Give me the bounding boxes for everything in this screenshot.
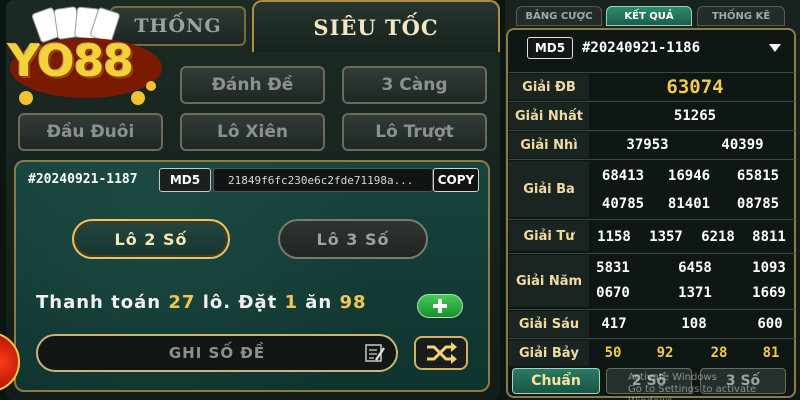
divider	[509, 309, 795, 310]
lo-3-so-button[interactable]: Lô 3 Số	[278, 219, 428, 259]
divider	[509, 219, 795, 220]
md5-label: MD5	[159, 168, 211, 192]
prize-ba-value: 81401	[667, 196, 711, 212]
logo-text: YO88	[8, 36, 134, 87]
option-lo-xien[interactable]: Lô Xiên	[180, 113, 325, 151]
prize-nam-value: 6458	[678, 260, 712, 276]
prize-nam-value: 1371	[678, 285, 712, 301]
option-3-cang[interactable]: 3 Càng	[342, 66, 487, 104]
prize-label-db: Giải ĐB	[509, 74, 589, 100]
divider	[509, 338, 795, 339]
divider	[509, 72, 795, 73]
prize-label-nhi: Giải Nhì	[509, 132, 589, 158]
payout-bet: 1	[284, 292, 298, 313]
option-lo-truot[interactable]: Lô Trượt	[342, 113, 487, 151]
view-chuan-button[interactable]: Chuẩn	[512, 368, 600, 394]
tab-ket-qua[interactable]: KẾT QUẢ	[606, 6, 692, 26]
prize-ba-value: 08785	[736, 196, 780, 212]
number-input[interactable]: GHI SỐ ĐỀ	[36, 334, 398, 372]
tab-bang-cuoc[interactable]: BẢNG CƯỢC	[516, 6, 602, 26]
prize-bay-value: 28	[710, 345, 728, 361]
chevron-down-icon	[769, 44, 781, 52]
prize-nam-value: 1093	[752, 260, 786, 276]
lo-2-so-button[interactable]: Lô 2 Số	[72, 219, 230, 259]
prize-nhat-value: 51265	[673, 108, 717, 124]
prize-tu-value: 6218	[701, 229, 735, 245]
payout-win: 98	[339, 292, 367, 313]
payout-line: Thanh toán 27 lô. Đặt 1 ăn 98	[36, 292, 367, 313]
divider	[509, 159, 795, 160]
prize-sau-value: 417	[601, 316, 627, 332]
prize-tu-value: 1357	[649, 229, 683, 245]
payout-count: 27	[168, 292, 196, 313]
divider	[509, 130, 795, 131]
prize-nam-value: 1669	[752, 285, 786, 301]
prize-nam-value: 5831	[596, 260, 630, 276]
prize-nhi-value: 37953	[626, 137, 669, 153]
option-danh-de[interactable]: Đánh Đề	[180, 66, 325, 104]
prize-nhi-value: 40399	[721, 137, 764, 153]
prize-bay-value: 50	[604, 345, 622, 361]
prize-nam-value: 0670	[596, 285, 630, 301]
prize-ba-value: 68413	[601, 168, 645, 184]
prize-tu-value: 8811	[752, 229, 786, 245]
prize-ba-value: 65815	[736, 168, 780, 184]
tab-sieu-toc[interactable]: SIÊU TỐC	[252, 0, 500, 52]
prize-sau-value: 108	[681, 316, 707, 332]
current-round-id: #20240921-1187	[28, 172, 138, 187]
payout-prefix: Thanh toán	[36, 292, 162, 313]
prize-label-nhat: Giải Nhất	[509, 103, 589, 129]
payout-mid2: ăn	[305, 292, 333, 313]
random-button[interactable]	[414, 336, 468, 370]
copy-button[interactable]: COPY	[433, 168, 479, 192]
prize-ba-value: 40785	[601, 196, 645, 212]
prize-label-tu: Giải Tư	[509, 221, 589, 251]
payout-mid1: lô. Đặt	[202, 292, 278, 313]
selected-round: #20240921-1186	[582, 40, 701, 56]
shuffle-icon	[427, 342, 457, 364]
prize-sau-value: 600	[757, 316, 783, 332]
prize-label-bay: Giải Bảy	[509, 340, 589, 366]
prize-bay-value: 81	[762, 345, 780, 361]
plus-icon	[433, 299, 447, 313]
add-button[interactable]	[417, 294, 463, 318]
tab-thong-ke[interactable]: THỐNG KÊ	[697, 6, 785, 26]
edit-icon[interactable]	[364, 342, 386, 364]
divider	[509, 101, 795, 102]
prize-label-nam: Giải Năm	[509, 255, 589, 307]
results-md5-label: MD5	[527, 37, 573, 59]
windows-watermark: Activate Windows Go to Settings to activ…	[628, 372, 800, 400]
prize-bay-value: 92	[656, 345, 674, 361]
watermark-line-1: Activate Windows	[628, 372, 717, 383]
watermark-line-2: Go to Settings to activate Windows.	[628, 384, 757, 400]
divider	[509, 253, 795, 254]
round-select[interactable]: #20240921-1186	[582, 36, 782, 60]
prize-tu-value: 1158	[597, 229, 631, 245]
prize-ba-value: 16946	[667, 168, 711, 184]
prize-db-value: 63074	[666, 76, 724, 98]
md5-hash-field: 21849f6fc230e6c2fde71198a...	[213, 168, 433, 192]
prize-label-sau: Giải Sáu	[509, 311, 589, 337]
prize-label-ba: Giải Ba	[509, 161, 589, 217]
option-dau-duoi[interactable]: Đầu Đuôi	[18, 113, 163, 151]
